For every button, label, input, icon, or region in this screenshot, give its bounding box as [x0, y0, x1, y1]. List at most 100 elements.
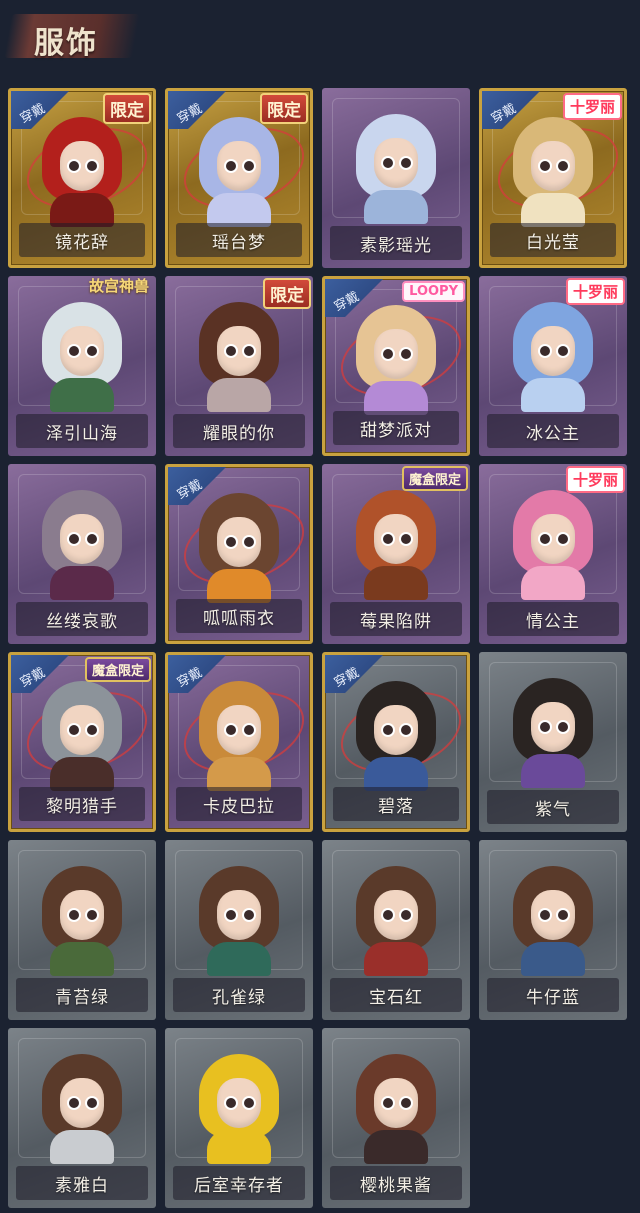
costume-name-plate: 耀眼的你 — [173, 414, 305, 448]
portrait-eye — [87, 725, 97, 735]
portrait-face — [531, 326, 575, 376]
costume-card[interactable]: 穿戴 魔盒限定 黎明猎手 — [8, 652, 156, 832]
portrait-face — [374, 890, 418, 940]
costume-card[interactable]: 后室幸存者 — [165, 1028, 313, 1208]
costume-card[interactable]: 十罗丽 情公主 — [479, 464, 627, 644]
equipped-badge-label: 穿戴 — [17, 665, 48, 691]
portrait-eye — [383, 349, 393, 359]
costume-tag-badge: 限定 — [103, 93, 151, 124]
costume-name: 瑶台梦 — [212, 232, 266, 253]
equipped-badge: 穿戴 — [168, 467, 226, 505]
portrait-eye — [401, 910, 411, 920]
equipped-badge-label: 穿戴 — [331, 665, 362, 691]
costume-card[interactable]: 孔雀绿 — [165, 840, 313, 1020]
costume-name: 莓果陷阱 — [360, 611, 432, 632]
portrait-eye — [226, 725, 236, 735]
equipped-badge-label: 穿戴 — [174, 477, 205, 503]
page-header: 服饰 — [0, 0, 640, 80]
costume-card[interactable]: 穿戴 限定 镜花辞 — [8, 88, 156, 268]
portrait-outfit — [364, 1130, 428, 1164]
portrait-face — [374, 705, 418, 755]
portrait-eye — [383, 534, 393, 544]
portrait-outfit — [207, 1130, 271, 1164]
costume-tag-badge: 十罗丽 — [565, 278, 625, 305]
equipped-badge-label: 穿戴 — [17, 101, 48, 127]
costume-card[interactable]: 十罗丽冰公主 — [479, 276, 627, 456]
portrait-eye — [226, 161, 236, 171]
character-portrait — [350, 1050, 442, 1164]
portrait-face — [217, 141, 261, 191]
costume-card[interactable]: 牛仔蓝 — [479, 840, 627, 1020]
portrait-eye — [401, 158, 411, 168]
character-portrait — [193, 298, 285, 412]
costume-name-plate: 冰公主 — [487, 414, 619, 448]
portrait-outfit — [50, 942, 114, 976]
equipped-badge-label: 穿戴 — [488, 101, 519, 127]
costume-card[interactable]: 樱桃果酱 — [322, 1028, 470, 1208]
portrait-eye — [540, 161, 550, 171]
portrait-eye — [244, 537, 254, 547]
costume-card[interactable]: 穿戴 限定 瑶台梦 — [165, 88, 313, 268]
equipped-badge: 穿戴 — [168, 91, 226, 129]
costume-tag-badge: 限定 — [263, 278, 311, 309]
costume-name: 冰公主 — [526, 423, 580, 444]
costume-card[interactable]: 素雅白 — [8, 1028, 156, 1208]
portrait-outfit — [364, 757, 428, 791]
portrait-outfit — [50, 566, 114, 600]
portrait-face — [60, 705, 104, 755]
portrait-face — [374, 1078, 418, 1128]
costume-name: 甜梦派对 — [360, 420, 432, 441]
costume-name: 耀眼的你 — [203, 423, 275, 444]
equipped-badge-label: 穿戴 — [331, 289, 362, 315]
portrait-face — [531, 514, 575, 564]
costume-name-plate: 泽引山海 — [16, 414, 148, 448]
costume-name: 素影瑶光 — [360, 235, 432, 256]
costume-card[interactable]: 青苔绿 — [8, 840, 156, 1020]
costume-card[interactable]: 穿戴 LOOPY 甜梦派对 — [322, 276, 470, 456]
character-portrait — [193, 677, 285, 791]
costume-card[interactable]: 穿戴 呱呱雨衣 — [165, 464, 313, 644]
equipped-badge: 穿戴 — [325, 279, 383, 317]
costume-card[interactable]: 素影瑶光 — [322, 88, 470, 268]
portrait-outfit — [207, 193, 271, 227]
portrait-outfit — [207, 569, 271, 603]
costume-name-plate: 碧落 — [333, 787, 459, 821]
costume-card[interactable]: 穿戴 卡皮巴拉 — [165, 652, 313, 832]
portrait-outfit — [207, 757, 271, 791]
costume-name: 卡皮巴拉 — [203, 796, 275, 817]
portrait-outfit — [50, 1130, 114, 1164]
costume-tag-badge: 十罗丽 — [565, 466, 625, 493]
character-portrait — [350, 677, 442, 791]
portrait-eye — [226, 1098, 236, 1108]
costume-card[interactable]: 魔盒限定 莓果陷阱 — [322, 464, 470, 644]
portrait-outfit — [364, 566, 428, 600]
portrait-face — [531, 702, 575, 752]
costume-card[interactable]: 丝缕哀歌 — [8, 464, 156, 644]
character-portrait — [507, 674, 599, 788]
costume-name: 孔雀绿 — [212, 987, 266, 1008]
portrait-eye — [401, 725, 411, 735]
portrait-eye — [558, 722, 568, 732]
costume-card[interactable]: 宝石红 — [322, 840, 470, 1020]
costume-card[interactable]: 故宫神兽 泽引山海 — [8, 276, 156, 456]
page-title: 服饰 — [34, 26, 98, 61]
portrait-eye — [540, 346, 550, 356]
portrait-eye — [226, 537, 236, 547]
costume-name: 黎明猎手 — [46, 796, 118, 817]
character-portrait — [36, 486, 128, 600]
costume-card[interactable]: 穿戴 碧落 — [322, 652, 470, 832]
portrait-eye — [69, 161, 79, 171]
portrait-outfit — [207, 942, 271, 976]
portrait-outfit — [364, 942, 428, 976]
costume-name-plate: 素雅白 — [16, 1166, 148, 1200]
costume-card[interactable]: 穿戴 十罗丽 白光莹 — [479, 88, 627, 268]
character-portrait — [36, 298, 128, 412]
portrait-eye — [558, 346, 568, 356]
portrait-face — [217, 326, 261, 376]
costume-card[interactable]: 紫气 — [479, 652, 627, 832]
portrait-outfit — [364, 381, 428, 415]
portrait-face — [374, 138, 418, 188]
costume-card[interactable]: 限定耀眼的你 — [165, 276, 313, 456]
portrait-eye — [87, 346, 97, 356]
portrait-eye — [87, 1098, 97, 1108]
